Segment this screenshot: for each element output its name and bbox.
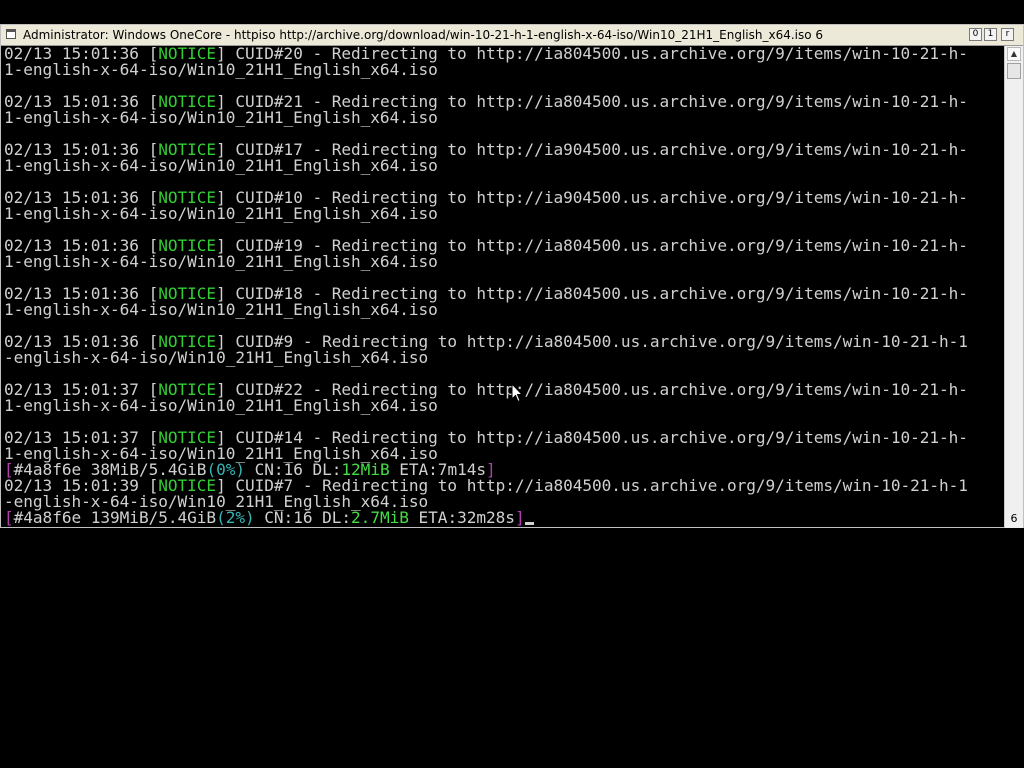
text-cursor xyxy=(524,522,534,525)
console-line: 1-english-x-64-iso/Win10_21H1_English_x6… xyxy=(4,108,1002,127)
console-text: 2.7MiB xyxy=(351,508,409,526)
console-text: 1-english-x-64-iso/Win10_21H1_English_x6… xyxy=(4,204,438,223)
console-text: 1-english-x-64-iso/Win10_21H1_English_x6… xyxy=(4,60,438,79)
console-text: 1-english-x-64-iso/Win10_21H1_English_x6… xyxy=(4,252,438,271)
console-line: 1-english-x-64-iso/Win10_21H1_English_x6… xyxy=(4,252,1002,271)
close-button[interactable]: r xyxy=(1001,28,1014,41)
console-line: 1-english-x-64-iso/Win10_21H1_English_x6… xyxy=(4,204,1002,223)
console-text: #4a8f6e 139MiB/5.4GiB xyxy=(13,508,217,526)
console-text: -english-x-64-iso/Win10_21H1_English_x64… xyxy=(4,348,429,367)
title-bar[interactable]: Administrator: Windows OneCore - httpiso… xyxy=(1,25,1023,46)
maximize-button[interactable]: 1 xyxy=(984,28,997,41)
console-window[interactable]: Administrator: Windows OneCore - httpiso… xyxy=(0,24,1024,528)
console-text: (2%) xyxy=(216,508,255,526)
console-line: 1-english-x-64-iso/Win10_21H1_English_x6… xyxy=(4,396,1002,415)
console-text: [ xyxy=(4,508,14,526)
mouse-pointer-icon xyxy=(511,383,523,403)
scrollbar-bottom-label: 6 xyxy=(1010,512,1018,525)
console-text: 1-english-x-64-iso/Win10_21H1_English_x6… xyxy=(4,396,438,415)
console-line: 1-english-x-64-iso/Win10_21H1_English_x6… xyxy=(4,300,1002,319)
window-title: Administrator: Windows OneCore - httpiso… xyxy=(23,28,824,42)
scrollbar-thumb[interactable] xyxy=(1007,63,1021,79)
console-line: -english-x-64-iso/Win10_21H1_English_x64… xyxy=(4,348,1002,367)
console-text: 1-english-x-64-iso/Win10_21H1_English_x6… xyxy=(4,300,438,319)
console-text: ETA:32m28s xyxy=(408,508,515,526)
minimize-button[interactable]: 0 xyxy=(969,28,982,41)
console-text: CN:16 DL: xyxy=(254,508,352,526)
console-line: 1-english-x-64-iso/Win10_21H1_English_x6… xyxy=(4,60,1002,79)
console-text: ] xyxy=(514,508,525,526)
scroll-up-arrow-icon[interactable]: ▲ xyxy=(1007,47,1021,61)
vertical-scrollbar[interactable]: ▲ 6 xyxy=(1004,46,1023,528)
system-menu-icon[interactable] xyxy=(6,29,16,39)
console-text: 1-english-x-64-iso/Win10_21H1_English_x6… xyxy=(4,108,438,127)
console-text: 1-english-x-64-iso/Win10_21H1_English_x6… xyxy=(4,156,438,175)
console-line: [#4a8f6e 139MiB/5.4GiB(2%) CN:16 DL:2.7M… xyxy=(4,508,1002,526)
console-output[interactable]: 02/13 15:01:36 [NOTICE] CUID#20 - Redire… xyxy=(4,46,1002,526)
console-line: 1-english-x-64-iso/Win10_21H1_English_x6… xyxy=(4,156,1002,175)
